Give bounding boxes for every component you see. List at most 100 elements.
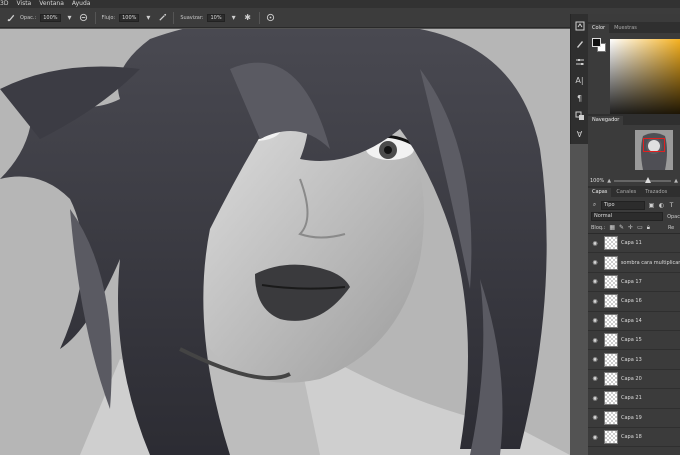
layer-name[interactable]: Capa 16 — [621, 298, 642, 304]
pressure-size-icon[interactable] — [266, 13, 276, 23]
chevron-down-icon[interactable]: ▾ — [229, 13, 239, 23]
layer-row[interactable]: ◉ Capa 21 — [588, 389, 680, 409]
eye-icon[interactable]: ◉ — [588, 356, 602, 363]
layer-name[interactable]: Capa 20 — [621, 376, 642, 382]
eye-icon[interactable]: ◉ — [588, 395, 602, 402]
layer-thumbnail[interactable] — [604, 371, 618, 386]
opacity-field[interactable]: 100% — [40, 13, 61, 22]
layer-name[interactable]: Capa 14 — [621, 318, 642, 324]
layer-row[interactable]: ◉ Capa 19 — [588, 409, 680, 428]
lock-pixels-icon[interactable]: ✎ — [619, 224, 624, 231]
adjustment-filter-icon[interactable]: ◐ — [658, 202, 665, 209]
gear-icon[interactable]: ✱ — [243, 13, 253, 23]
layer-thumbnail[interactable] — [604, 274, 618, 289]
navigator-zoom-row: 100% ▲ ▲ — [590, 176, 678, 186]
eye-icon[interactable]: ◉ — [588, 375, 602, 382]
smoothing-field[interactable]: 10% — [207, 13, 225, 22]
eye-icon[interactable]: ◉ — [588, 278, 602, 285]
layer-row[interactable]: ◉ Capa 13 — [588, 350, 680, 370]
layer-row[interactable]: ◉ sombra cara multiplicar — [588, 253, 680, 273]
artwork-image — [0, 29, 570, 455]
layer-thumbnail[interactable] — [604, 410, 618, 425]
layer-row[interactable]: ◉ Capa 20 — [588, 370, 680, 390]
artboard-icon[interactable]: ▭ — [637, 224, 643, 231]
zoom-slider-knob[interactable] — [645, 177, 652, 183]
lock-position-icon[interactable]: ✛ — [628, 224, 633, 231]
panel-dock: A| ¶ ꓯ — [570, 14, 588, 144]
color-picker-field[interactable] — [610, 39, 680, 124]
navigator-view-box[interactable] — [643, 138, 665, 152]
glyphs-icon[interactable]: ꓯ — [574, 128, 586, 140]
eye-icon[interactable]: ◉ — [588, 317, 602, 324]
layer-thumbnail[interactable] — [604, 430, 618, 445]
document-canvas[interactable] — [0, 29, 570, 455]
layer-thumbnail[interactable] — [604, 236, 618, 251]
flow-field[interactable]: 100% — [119, 13, 140, 22]
layer-name[interactable]: Capa 18 — [621, 434, 642, 440]
layer-thumbnail[interactable] — [604, 391, 618, 406]
navigator-thumbnail[interactable] — [635, 130, 673, 170]
layer-name[interactable]: Capa 15 — [621, 337, 642, 343]
menu-3d[interactable]: 3D — [0, 0, 8, 8]
brush-preset-icon[interactable] — [6, 13, 16, 23]
image-filter-icon[interactable]: ▣ — [648, 202, 655, 209]
eye-icon[interactable]: ◉ — [588, 434, 602, 441]
layer-row[interactable]: ◉ Capa 14 — [588, 312, 680, 331]
layers-panel: Capas Canales Trazados ⌕ Tipo ▣ ◐ T Norm… — [588, 186, 680, 455]
foreground-color-swatch[interactable] — [592, 38, 601, 47]
blend-mode-row: Normal Opac — [588, 211, 680, 222]
tab-swatches[interactable]: Muestras — [610, 24, 641, 33]
chevron-down-icon[interactable]: ▾ — [65, 13, 75, 23]
history-icon[interactable] — [574, 20, 586, 32]
paragraph-icon[interactable]: ¶ — [574, 92, 586, 104]
eye-icon[interactable]: ◉ — [588, 259, 602, 266]
menu-ayuda[interactable]: Ayuda — [72, 0, 91, 8]
layer-row[interactable]: ◉ Capa 16 — [588, 292, 680, 312]
lock-all-icon[interactable]: 🔒︎ — [647, 224, 650, 232]
layer-name[interactable]: Capa 21 — [621, 395, 642, 401]
fg-bg-swatches[interactable] — [592, 38, 606, 52]
chevron-down-icon[interactable]: ▾ — [143, 13, 153, 23]
adjustments-icon[interactable] — [574, 56, 586, 68]
layer-thumbnail[interactable] — [604, 333, 618, 348]
blend-mode-select[interactable]: Normal — [591, 212, 664, 221]
zoom-slider[interactable] — [614, 177, 672, 183]
tab-channels[interactable]: Canales — [612, 188, 640, 197]
layer-name[interactable]: Capa 19 — [621, 415, 642, 421]
layer-row[interactable]: ◉ Capa 17 — [588, 273, 680, 293]
zoom-value[interactable]: 100% — [590, 178, 604, 184]
eye-icon[interactable]: ◉ — [588, 298, 602, 305]
layer-thumbnail[interactable] — [604, 313, 618, 328]
layer-thumbnail[interactable] — [604, 294, 618, 309]
layers-list: ◉ Capa 11 ◉ sombra cara multiplicar ◉ Ca… — [588, 234, 680, 448]
layer-name[interactable]: Capa 11 — [621, 240, 642, 246]
brush-settings-icon[interactable] — [574, 38, 586, 50]
tab-navigator[interactable]: Navegador — [588, 116, 624, 125]
layer-name[interactable]: Capa 17 — [621, 279, 642, 285]
type-filter-icon[interactable]: T — [668, 202, 675, 209]
eye-icon[interactable]: ◉ — [588, 414, 602, 421]
layer-name[interactable]: Capa 13 — [621, 357, 642, 363]
eye-icon[interactable]: ◉ — [588, 337, 602, 344]
menu-vista[interactable]: Vista — [16, 0, 31, 8]
clone-source-icon[interactable] — [574, 110, 586, 122]
layer-row[interactable]: ◉ Capa 18 — [588, 428, 680, 448]
eye-icon[interactable]: ◉ — [588, 240, 602, 247]
layer-thumbnail[interactable] — [603, 255, 618, 270]
zoom-in-icon[interactable]: ▲ — [674, 178, 678, 184]
layer-row[interactable]: ◉ Capa 15 — [588, 331, 680, 351]
zoom-out-icon[interactable]: ▲ — [607, 178, 611, 184]
layer-name[interactable]: sombra cara multiplicar — [621, 260, 680, 266]
color-tab-row: Color Muestras — [588, 22, 680, 33]
layer-row[interactable]: ◉ Capa 11 — [588, 234, 680, 254]
tab-layers[interactable]: Capas — [588, 188, 612, 197]
airbrush-icon[interactable] — [157, 13, 167, 23]
menu-ventana[interactable]: Ventana — [39, 0, 64, 8]
layer-thumbnail[interactable] — [604, 352, 618, 367]
character-icon[interactable]: A| — [574, 74, 586, 86]
tab-color[interactable]: Color — [588, 24, 610, 33]
pressure-opacity-icon[interactable] — [79, 13, 89, 23]
lock-transparency-icon[interactable]: ▦ — [609, 224, 615, 231]
layer-filter-select[interactable]: Tipo — [601, 200, 645, 210]
tab-paths[interactable]: Trazados — [641, 188, 671, 197]
